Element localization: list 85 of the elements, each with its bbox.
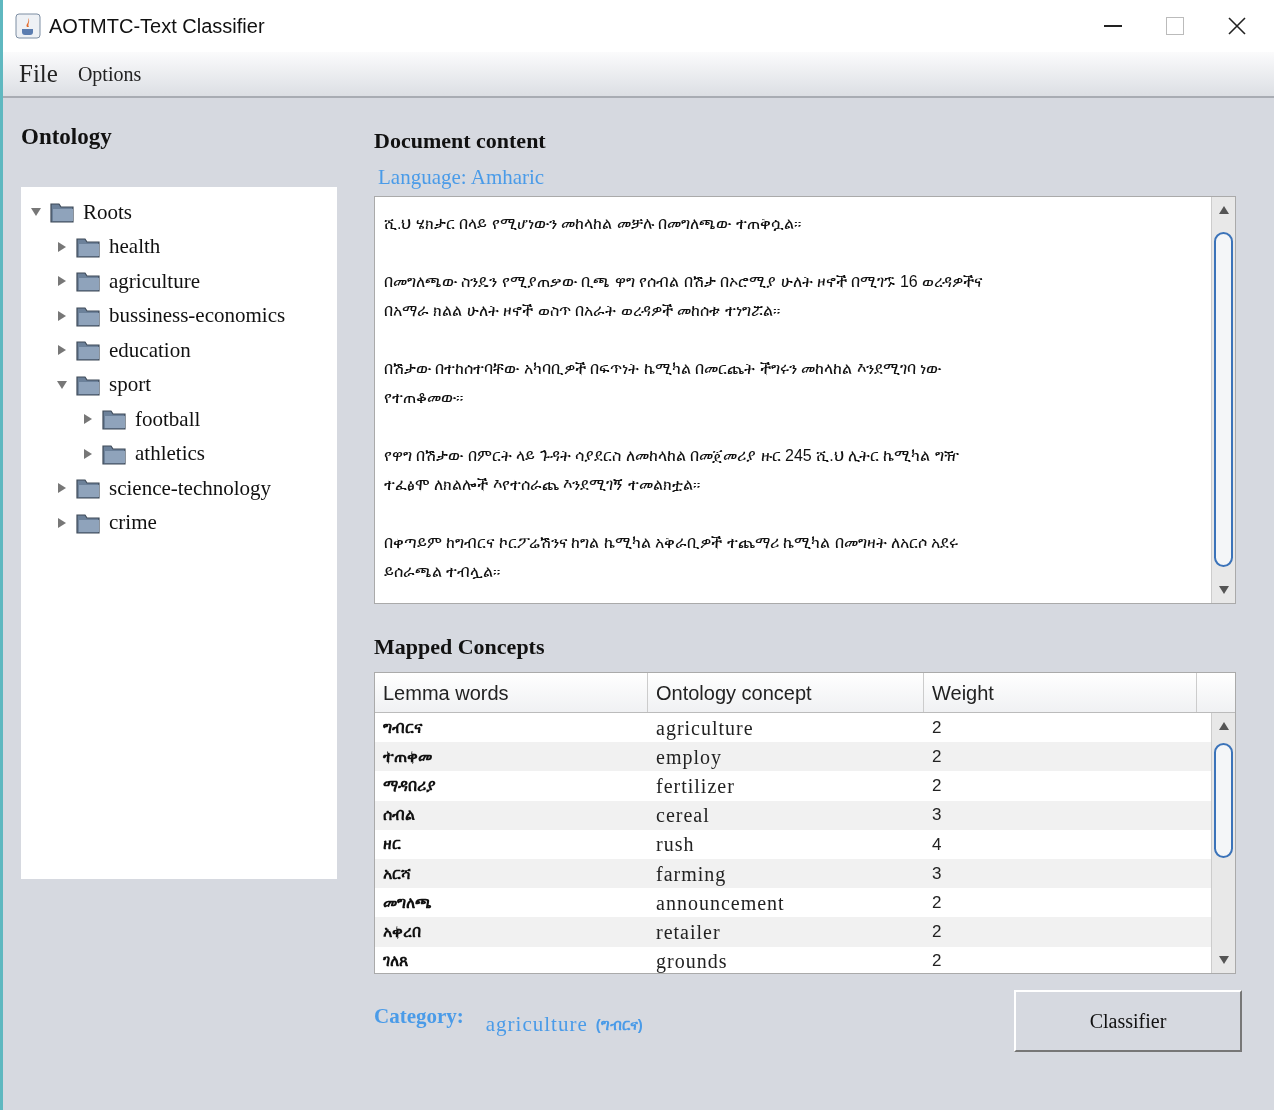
tree-item[interactable]: Roots [83, 196, 132, 228]
table-cell-text: farming [655, 861, 728, 888]
folder-icon [75, 269, 101, 294]
table-cell-text: cereal [655, 803, 711, 829]
category-label: Category: [374, 1003, 464, 1031]
table-cell-text: 2 [931, 775, 943, 798]
tree-item[interactable]: agriculture [109, 265, 200, 297]
scroll-down-icon[interactable] [1218, 585, 1229, 595]
collapsed-arrow-icon[interactable] [57, 345, 67, 356]
table-cell-text: 2 [931, 716, 943, 739]
column-header[interactable]: Weight [924, 673, 1197, 712]
tree-item[interactable]: bussiness-economics [109, 300, 286, 332]
collapsed-arrow-icon[interactable] [83, 448, 93, 459]
table-cell-text: 2 [931, 950, 943, 973]
table-cell-text: ማዳበሪያ [382, 775, 437, 796]
table-cell-text: 3 [931, 862, 943, 885]
section-title: Ontology [21, 123, 113, 151]
collapsed-arrow-icon[interactable] [57, 483, 67, 494]
table-cell-text: fertilizer [655, 773, 736, 799]
scrollbar[interactable] [1211, 197, 1235, 603]
table-cell-text: rush [655, 832, 696, 858]
category-value: agriculture [485, 1011, 588, 1039]
text-line: ሺ.ህ ሄክታር በላይ የሚሆነውን መከላከል መቻሉ በመግለጫው ተጠቅሷል። [384, 214, 802, 234]
text-line: የተጠቆመው። [384, 388, 464, 408]
column-header[interactable]: Ontology concept [648, 673, 924, 712]
language-label: Language: Amharic [378, 164, 546, 191]
table-cell-text: grounds [655, 949, 729, 973]
collapsed-arrow-icon[interactable] [57, 276, 67, 287]
text-line: የዋግ በሽታው በምርት ላይ ጉዳት ሳያደርስ ለመከላከል በመጀመሪያ ዙር 245 ሺ.ህ ሊትር ኬሚካል ግዥ [384, 446, 960, 466]
folder-icon [101, 407, 127, 432]
text-line: ይሰራጫል ተብሏል። [384, 562, 502, 582]
category-lemma: (ግብርና) [595, 1014, 643, 1035]
text-line: በሽታው በተከሰተባቸው አካባቢዎች በፍጥነት ኬሚካል በመርጨት ችግሩን መከላከል እንደሚገባ ነው [384, 359, 942, 379]
scroll-down-icon[interactable] [1218, 955, 1229, 965]
table-cell-text: 3 [931, 804, 943, 827]
table-cell-text: 2 [931, 746, 943, 769]
tree-item[interactable]: education [109, 334, 191, 366]
scroll-up-icon[interactable] [1218, 205, 1229, 215]
collapsed-arrow-icon[interactable] [57, 310, 67, 321]
text-line: በመግለጫው ስንዴን የሚያጠቃው ቢጫ ዋግ የሰብል በሽታ በኦሮሚያ ሁለት ዞኖች በሚገኙ 16 ወረዳዎችና [384, 272, 984, 292]
folder-icon [75, 476, 101, 501]
table-cell-text: retailer [655, 919, 722, 945]
table-cell-text: ተጠቀመ [382, 746, 433, 767]
scroll-up-icon[interactable] [1218, 721, 1229, 731]
expanded-arrow-icon[interactable] [31, 207, 41, 218]
table-cell-text: ግብርና [382, 717, 424, 738]
menu-item[interactable]: Options [77, 59, 142, 89]
table-cell-text: employ [655, 744, 723, 771]
collapsed-arrow-icon[interactable] [57, 241, 67, 252]
expanded-arrow-icon[interactable] [57, 379, 67, 390]
folder-icon [75, 338, 101, 363]
table-cell-text: መግለጫ [382, 892, 433, 913]
table-cell-text: 4 [931, 833, 943, 856]
table-cell-text: አቀረበ [382, 921, 422, 942]
section-title: Mapped Concepts [374, 633, 546, 661]
tree-item[interactable]: health [109, 231, 161, 263]
menu-item[interactable]: File [19, 55, 58, 93]
close-icon[interactable] [1228, 17, 1246, 35]
tree-item[interactable]: sport [109, 369, 151, 401]
tree-item[interactable]: football [135, 403, 201, 435]
table-cell-text: agriculture [655, 715, 755, 742]
scroll-thumb[interactable] [1214, 232, 1233, 567]
column-header[interactable]: Lemma words [375, 673, 648, 712]
section-title: Document content [374, 127, 547, 155]
classifier-button[interactable]: Classifier [1014, 990, 1242, 1052]
table-cell-text: አርሻ [382, 863, 412, 884]
tree-item[interactable]: crime [109, 507, 157, 539]
tree-item[interactable]: science-technology [109, 472, 272, 504]
tree-item[interactable]: athletics [135, 438, 205, 470]
collapsed-arrow-icon[interactable] [83, 414, 93, 425]
folder-icon [49, 200, 75, 225]
text-line: ተፈፅሞ ለክልሎች እየተሰራጨ እንደሚገኝ ተመልክቷል። [384, 475, 701, 495]
table-cell-text: 2 [931, 891, 943, 914]
table-cell-text: ሰብል [382, 805, 416, 826]
table-cell-text: ገለጸ [382, 951, 409, 972]
table-cell-text: 2 [931, 921, 943, 944]
table-cell-text: ዘር [382, 834, 402, 855]
text-line: በቀጣይም ከግብርና ኮርፖሬሽንና ከግል ኬሚካል አቅራቢዎች ተጨማሪ ኬሚካል በመግዛት ለአርሶ አደሩ [384, 533, 960, 553]
window-title: AOTMTC-Text Classifier [49, 14, 265, 39]
cup-icon [15, 13, 41, 39]
table-cell-text: announcement [655, 890, 786, 916]
collapsed-arrow-icon[interactable] [57, 517, 67, 528]
scroll-thumb[interactable] [1214, 743, 1233, 858]
scrollbar[interactable] [1211, 713, 1235, 973]
text-line: በአማራ ክልል ሁለት ዞኖች ወስጥ በአራት ወረዳዎች መከሰቱ ተነግሯል። [384, 301, 781, 321]
